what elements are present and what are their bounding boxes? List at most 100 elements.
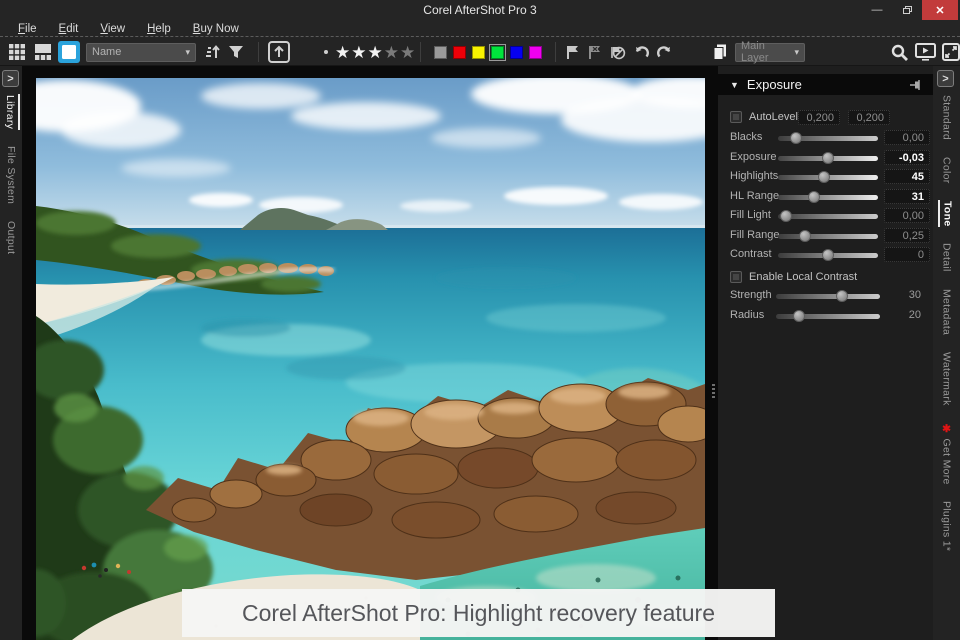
slider-handle-fill-range[interactable] [799, 229, 811, 242]
rating-star-3[interactable]: ★ [368, 44, 383, 61]
redo-icon[interactable] [656, 44, 673, 60]
close-button[interactable]: ✕ [922, 0, 958, 20]
sort-combo-value: Name [92, 46, 122, 58]
panel-tab-metadata[interactable]: Metadata [939, 288, 955, 336]
slider-track-hl-range[interactable] [778, 190, 878, 203]
local-contrast-checkbox[interactable] [730, 271, 742, 283]
window-title: Corel AfterShot Pro 3 [423, 3, 537, 17]
color-label-yellow[interactable] [472, 45, 485, 59]
left-panel-expand-button[interactable]: > [2, 70, 19, 87]
autolevel-checkbox[interactable] [730, 111, 742, 123]
autolevel-value-low[interactable]: 0,200 [798, 110, 840, 125]
slider-row-fill-light: Fill Light 0,00 [718, 208, 933, 224]
flag-clear-icon[interactable] [609, 44, 627, 61]
local-contrast-label: Enable Local Contrast [749, 271, 858, 283]
slider-value-hl-range[interactable]: 31 [884, 188, 930, 204]
collapse-triangle-icon[interactable]: ▼ [730, 80, 739, 90]
minimize-button[interactable]: — [862, 0, 892, 20]
image-canvas[interactable] [22, 66, 718, 640]
exposure-section-header[interactable]: ▼ Exposure [718, 74, 933, 95]
restore-button[interactable] [892, 0, 922, 20]
slider-label-strength: Strength [730, 289, 772, 301]
rating-star-2[interactable]: ★ [351, 44, 366, 61]
slideshow-icon[interactable] [915, 43, 936, 61]
color-label-blue[interactable] [510, 45, 523, 59]
slider-row-contrast: Contrast 0 [718, 247, 933, 263]
rating-star-5[interactable]: ★ [400, 44, 415, 61]
color-label-red[interactable] [453, 45, 466, 59]
flag-pick-icon[interactable] [565, 44, 581, 61]
slider-row-hl-range: HL Range 31 [718, 188, 933, 205]
slider-handle-blacks[interactable] [790, 132, 802, 144]
menu-item-edit[interactable]: Edit [59, 23, 79, 35]
panel-tab-standard[interactable]: Standard [939, 94, 955, 141]
menu-item-file[interactable]: File [18, 23, 37, 35]
slider-value-fill-light[interactable]: 0,00 [884, 208, 930, 223]
toolbar-separator [420, 42, 421, 62]
panel-tab-tone[interactable]: Tone [937, 199, 956, 228]
sidebar-tab-library[interactable]: Library [2, 94, 20, 131]
slider-label-radius: Radius [730, 308, 765, 321]
slider-track-fill-range[interactable] [778, 229, 878, 242]
thumbnail-grid-view-button[interactable] [6, 41, 28, 63]
fullscreen-icon[interactable] [942, 43, 960, 61]
panel-splitter-handle[interactable] [712, 384, 715, 400]
slider-value-fill-range[interactable]: 0,25 [884, 227, 930, 243]
slider-value-blacks[interactable]: 0,00 [884, 130, 930, 145]
slider-track-contrast[interactable] [778, 249, 878, 261]
layer-combo[interactable]: Main Layer ▾ [735, 40, 805, 64]
color-labels [434, 38, 548, 66]
photo-beach-preview[interactable] [36, 78, 705, 640]
right-tabs: Standard Color Tone Detail Metadata Watermark… [933, 94, 960, 553]
slider-track-highlights[interactable] [778, 171, 878, 183]
panel-tab-plugins-1[interactable]: Plugins 1* [939, 500, 955, 552]
panel-tab-watermark[interactable]: Watermark [939, 351, 955, 407]
sort-combo[interactable]: Name ▾ [86, 42, 196, 62]
panel-tab-color[interactable]: Color [939, 156, 955, 185]
sort-ascending-icon[interactable] [204, 43, 222, 61]
undo-icon[interactable] [633, 44, 650, 60]
slider-track-fill-light[interactable] [778, 210, 878, 222]
slider-label-hl-range: HL Range [730, 189, 780, 202]
sidebar-tab-output[interactable]: Output [3, 220, 19, 255]
slider-value-exposure[interactable]: -0,03 [884, 149, 930, 165]
slider-handle-highlights[interactable] [818, 171, 830, 183]
rating-star-4[interactable]: ★ [384, 44, 399, 61]
slider-row-fill-range: Fill Range 0,25 [718, 227, 933, 244]
export-icon[interactable] [267, 40, 291, 64]
toolbar: Name ▾ ★ ★ ★ ★ ★ Main Layer ▾ [0, 38, 960, 66]
pin-icon[interactable] [909, 79, 923, 90]
filter-funnel-icon[interactable] [228, 44, 244, 60]
flag-reject-icon[interactable] [587, 44, 603, 61]
slider-track-radius[interactable] [776, 309, 880, 322]
menu-item-help[interactable]: Help [147, 23, 171, 35]
right-panel-expand-button[interactable]: > [937, 70, 954, 87]
panel-tab-get-more[interactable]: ✱ Get More [939, 422, 955, 486]
color-label-green[interactable] [489, 43, 506, 61]
rating-star-1[interactable]: ★ [335, 44, 350, 61]
slider-value-strength: 30 [908, 289, 921, 301]
slider-value-contrast[interactable]: 0 [884, 247, 930, 262]
menu-item-buy-now[interactable]: Buy Now [193, 23, 239, 35]
split-view-button[interactable] [32, 41, 54, 63]
slider-handle-contrast[interactable] [822, 249, 834, 261]
menu-item-view[interactable]: View [100, 23, 125, 35]
slider-handle-fill-light[interactable] [780, 210, 792, 222]
slider-track-strength[interactable] [776, 290, 880, 302]
autolevel-row: AutoLevel 0,200 0,200 [718, 110, 933, 126]
color-label-magenta[interactable] [529, 45, 542, 59]
slider-value-highlights[interactable]: 45 [884, 169, 930, 184]
clear-rating-dot[interactable] [324, 50, 328, 54]
slider-track-blacks[interactable] [778, 132, 878, 144]
sidebar-tab-file-system[interactable]: File System [3, 145, 19, 205]
slider-handle-exposure[interactable] [822, 151, 834, 164]
color-label-gray[interactable] [434, 45, 447, 59]
panel-tab-detail[interactable]: Detail [939, 242, 955, 273]
slider-handle-strength[interactable] [835, 290, 848, 302]
slider-handle-hl-range[interactable] [808, 190, 820, 203]
slider-track-exposure[interactable] [778, 151, 878, 164]
search-icon[interactable] [890, 43, 909, 62]
single-image-view-button[interactable] [58, 41, 80, 63]
slider-handle-radius[interactable] [792, 309, 805, 322]
autolevel-value-high[interactable]: 0,200 [848, 110, 890, 125]
